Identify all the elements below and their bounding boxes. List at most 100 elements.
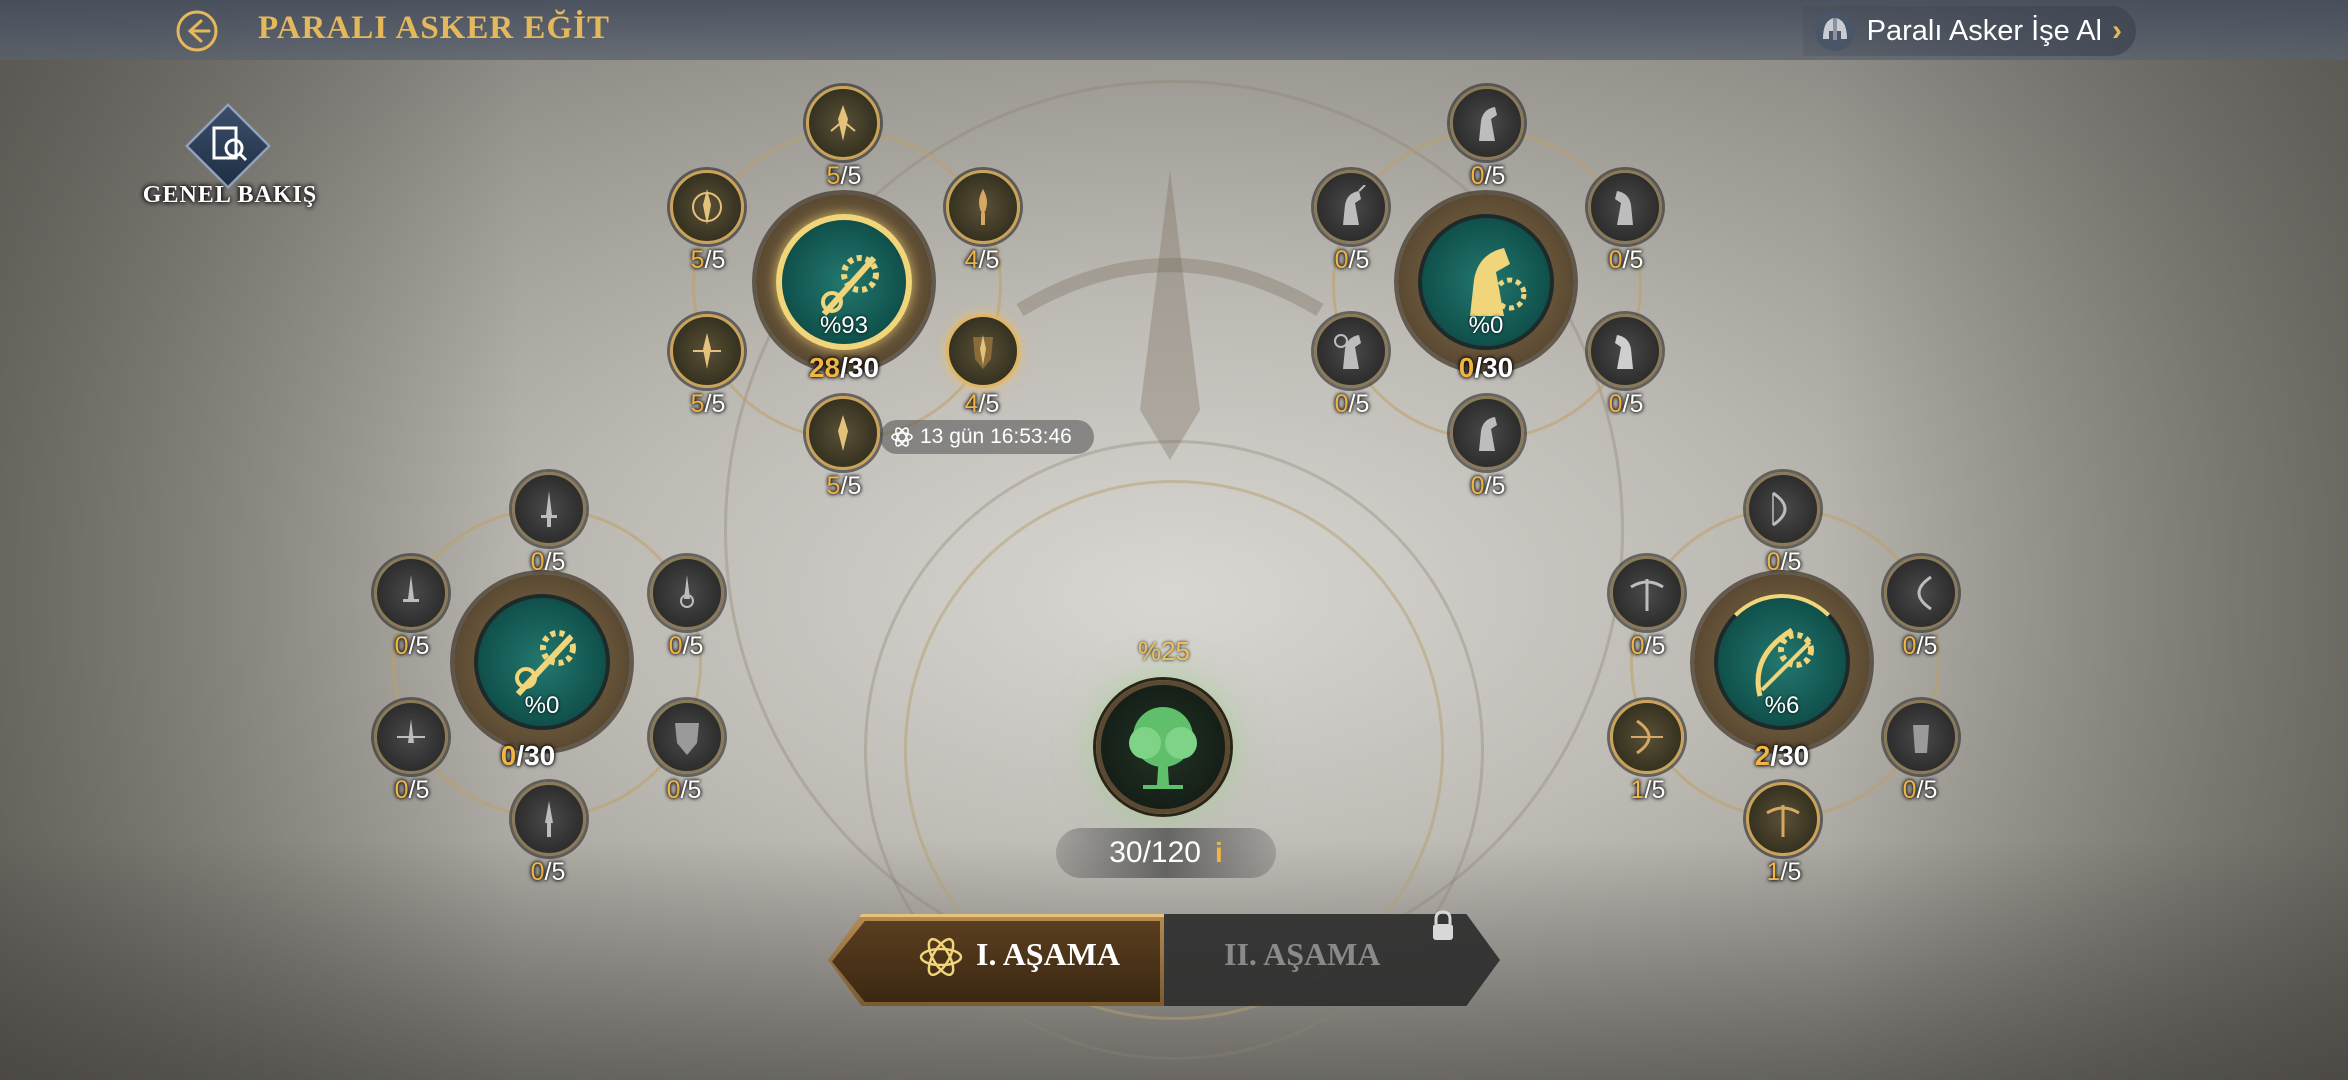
archer-skill-node-1[interactable] [1746,472,1820,546]
sword-ward-icon [403,575,419,602]
spear-skill-count-4: 5/5 [690,390,726,418]
spear-skill-node-4[interactable] [670,314,744,388]
archer-skill-count-4: 1/5 [1630,776,1666,804]
overview-label: GENEL BAKIŞ [142,182,318,208]
spear-burst-icon [693,333,721,369]
archer-skill-count-5: 0/5 [1902,776,1938,804]
research-timer: 13 gün 16:53:46 [880,420,1094,454]
cavalry-core-level: 0/30 [1458,352,1514,383]
horse-armor-icon [1615,191,1633,225]
sword-group-core[interactable]: %0 [454,574,630,750]
tab-stage-2-label: II. AŞAMA [1224,936,1381,972]
magnifier-document-icon [212,126,248,162]
lock-icon [1433,910,1453,940]
spear-core-level: 28/30 [808,352,880,383]
bow-icon [1772,491,1787,527]
sword-skill-node-1[interactable] [512,472,586,546]
horse-shield-icon [1615,335,1633,369]
spear-icon [830,105,856,141]
cavalry-skill-node-5[interactable] [1588,314,1662,388]
archer-skill-node-3[interactable] [1884,556,1958,630]
archer-core-percent: %6 [1764,692,1800,719]
back-button[interactable] [172,6,222,56]
archer-core-level: 2/30 [1754,740,1810,771]
sword-core-level: 0/30 [500,740,556,771]
sword-skill-node-5[interactable] [650,700,724,774]
sword-guard-icon [680,575,694,608]
tree-percent: %25 [1137,636,1191,666]
unicorn-icon [1343,185,1366,225]
longbow-icon [1917,575,1932,611]
spear-skill-node-1[interactable] [806,86,880,160]
back-arrow-icon [176,10,218,52]
sword-skill-node-3[interactable] [650,556,724,630]
archer-skill-node-4[interactable] [1610,700,1684,774]
spear-shield-icon [692,189,722,225]
horse-gear-icon [1334,334,1361,369]
sword-skill-count-3: 0/5 [668,632,704,660]
info-icon[interactable]: i [1215,837,1223,869]
background-emblem [1016,170,1324,460]
archer-group-core[interactable]: %6 [1694,574,1870,750]
crossbow-gold-icon [1766,805,1800,837]
sword-skill-count-1: 0/5 [530,548,566,576]
overview-button[interactable]: GENEL BAKIŞ [140,100,320,220]
cavalry-group-core[interactable]: %0 [1398,194,1574,370]
spear-skill-count-2: 5/5 [690,246,726,274]
cavalry-skill-node-6[interactable] [1450,396,1524,470]
sword-icon [541,491,557,527]
shield-icon [675,723,699,755]
hire-mercenary-label: Paralı Asker İşe Al [1866,14,2102,47]
crossbow-icon [1630,579,1664,611]
archer-skill-count-3: 0/5 [1902,632,1938,660]
atom-icon [891,427,913,447]
cavalry-skill-node-1[interactable] [1450,86,1524,160]
cavalry-skill-node-3[interactable] [1588,170,1662,244]
cavalry-skill-count-2: 0/5 [1334,246,1370,274]
helmet-icon [1814,11,1855,51]
spear-skill-node-5[interactable] [946,314,1020,388]
spear-skill-count-5: 4/5 [964,390,1000,418]
horse-head-icon [1479,107,1497,141]
page-title: PARALI ASKER EĞİT [258,10,610,46]
spear-tip-icon [838,415,848,451]
cavalry-skill-count-1: 0/5 [1470,162,1506,190]
spear-skill-node-3[interactable] [946,170,1020,244]
flame-spear-icon [979,189,987,225]
shield-spear-icon [973,335,993,369]
cavalry-skill-count-5: 0/5 [1608,390,1644,418]
cavalry-core-percent: %0 [1468,312,1504,339]
archer-skill-count-2: 0/5 [1630,632,1666,660]
tree-icon [1129,707,1197,789]
archer-skill-node-2[interactable] [1610,556,1684,630]
spear-core-percent: %93 [819,312,869,339]
spear-skill-node-2[interactable] [670,170,744,244]
chevron-right-icon: › [2112,14,2122,47]
cavalry-skill-node-4[interactable] [1314,314,1388,388]
archer-skill-count-1: 0/5 [1766,548,1802,576]
cavalry-skill-node-2[interactable] [1314,170,1388,244]
tab-stage-1-label: I. AŞAMA [976,936,1121,972]
archer-skill-node-5[interactable] [1884,700,1958,774]
cavalry-skill-count-4: 0/5 [1334,390,1370,418]
cavalry-skill-count-3: 0/5 [1608,246,1644,274]
atom-emblem-icon [919,937,963,977]
tree-level-bar: 30/120 i [1056,828,1276,878]
sword-skill-node-6[interactable] [512,782,586,856]
archer-skill-node-6[interactable] [1746,782,1820,856]
dagger-icon [545,801,553,837]
spear-skill-node-6[interactable] [806,396,880,470]
tree-core-button[interactable] [1096,680,1230,814]
spear-group-core[interactable]: %93 [756,194,932,370]
hire-mercenary-button[interactable]: Paralı Asker İşe Al › [1802,6,2136,56]
archer-skill-count-6: 1/5 [1766,858,1802,886]
spear-skill-count-1: 5/5 [826,162,862,190]
timer-text: 13 gün 16:53:46 [920,425,1072,448]
sword-core-percent: %0 [524,692,560,719]
horse-charge-icon [1479,417,1497,451]
sword-skill-count-6: 0/5 [530,858,566,886]
quiver-icon [1913,725,1929,753]
sword-strike-icon [397,719,425,743]
sword-skill-count-4: 0/5 [394,776,430,804]
sword-skill-node-2[interactable] [374,556,448,630]
